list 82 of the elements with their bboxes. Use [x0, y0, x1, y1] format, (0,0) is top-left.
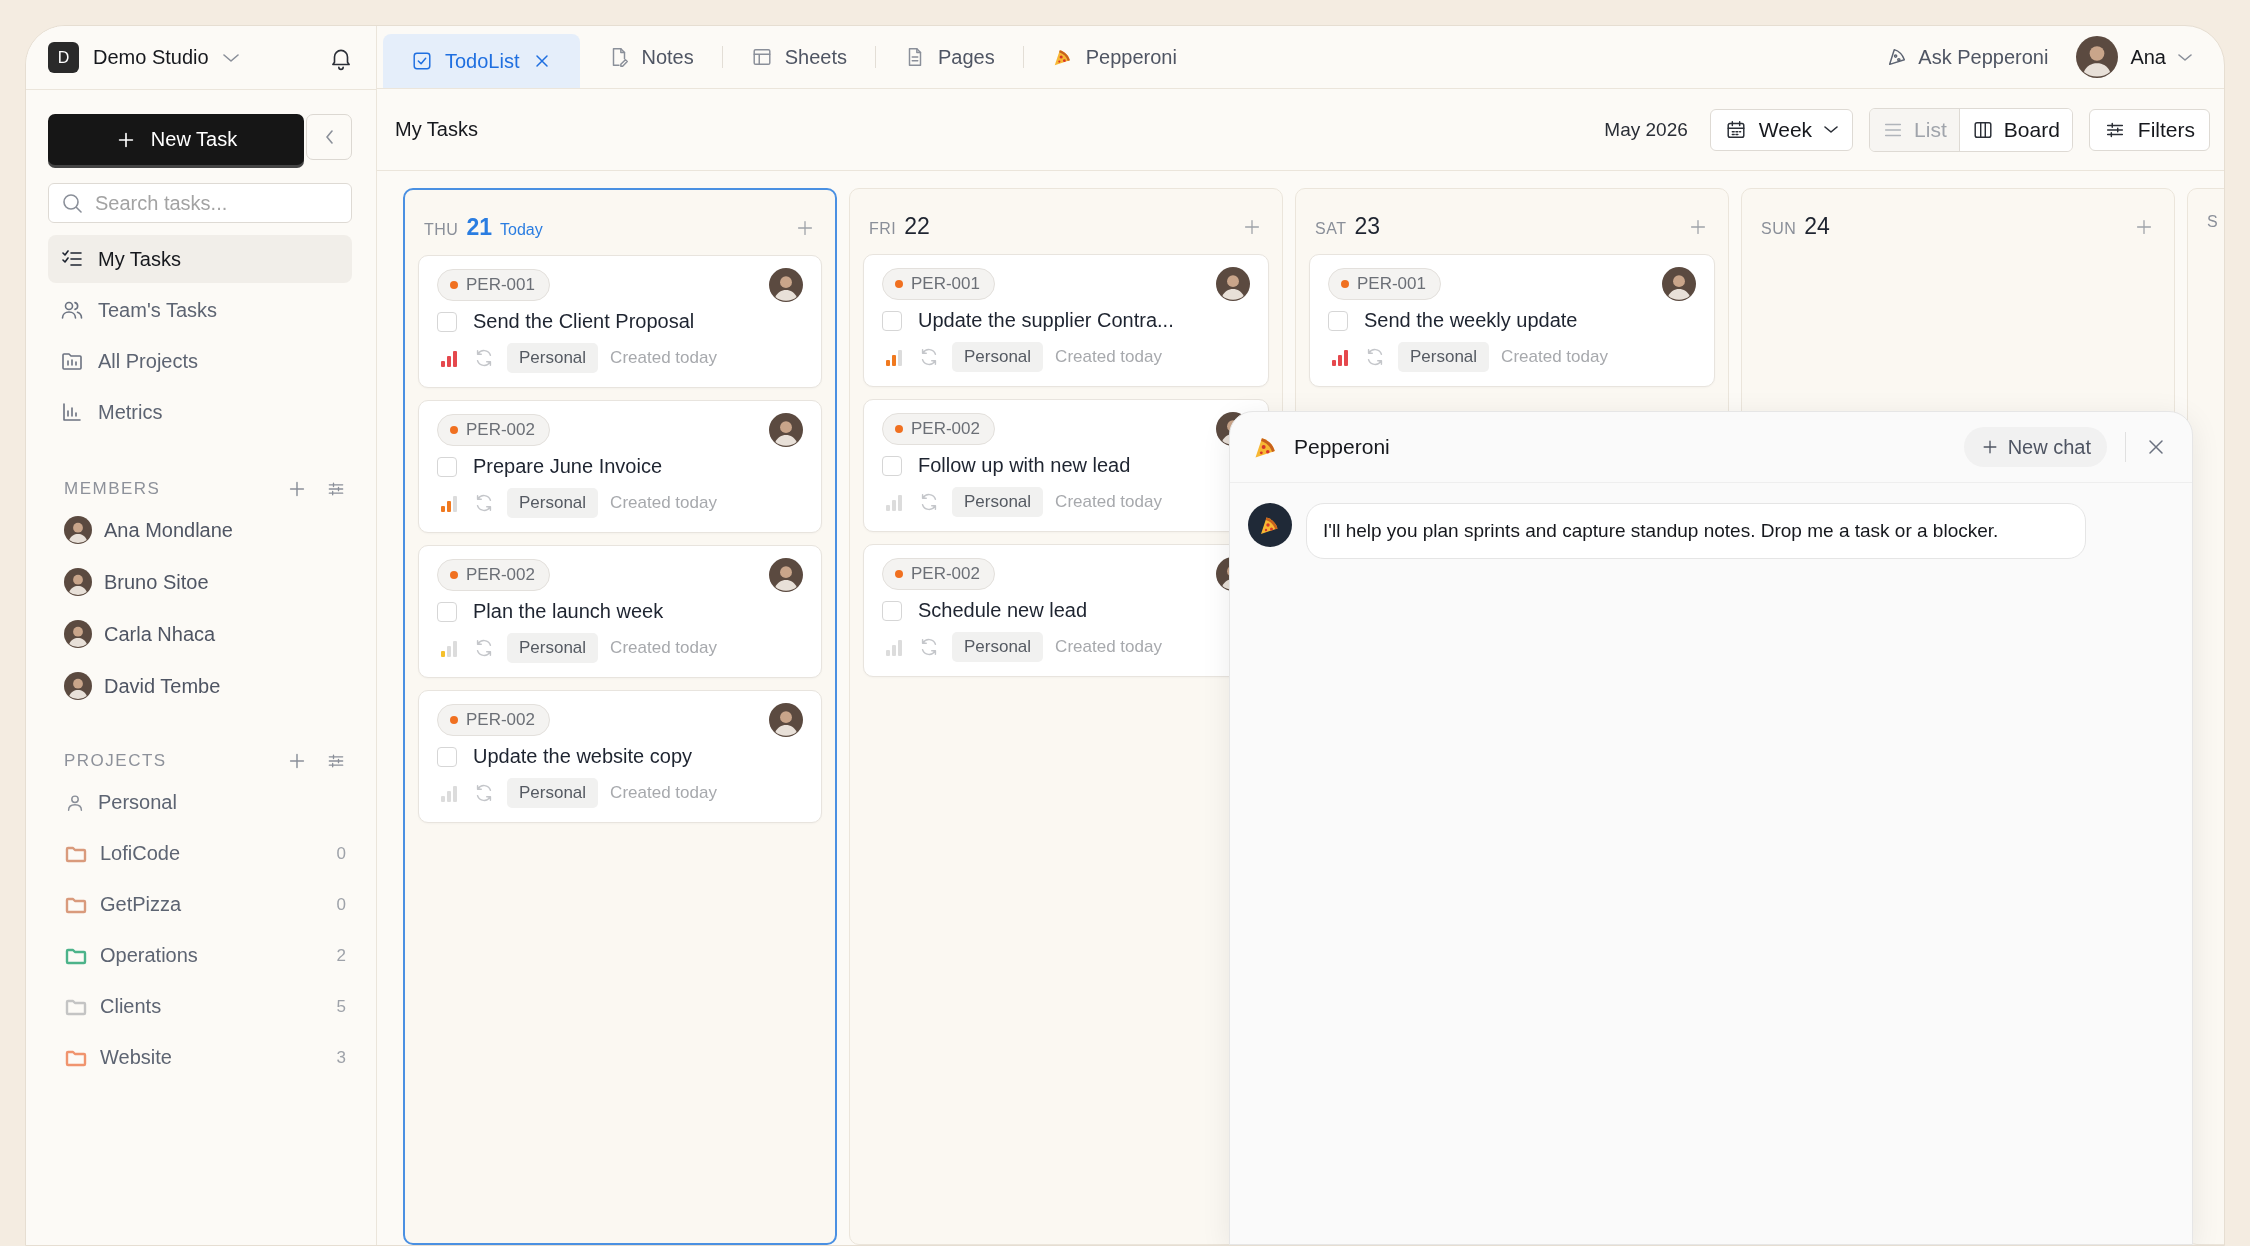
chat-message: I'll help you plan sprints and capture standup notes. Drop me a task or a blocker. — [1306, 503, 2086, 559]
nav-item[interactable]: All Projects — [48, 337, 352, 385]
created-label: Created today — [1055, 637, 1162, 657]
member-name[interactable]: David Tembe — [104, 674, 221, 698]
weekday-label: FRI — [869, 220, 897, 238]
month-label: May 2026 — [1604, 118, 1688, 141]
weekday-label: S — [2207, 213, 2219, 231]
task-id-badge: PER-001 — [437, 269, 550, 301]
task-title[interactable]: Plan the launch week — [473, 600, 664, 623]
project-count: 3 — [336, 1047, 346, 1068]
workspace-logo: D — [48, 42, 79, 73]
tag: Personal — [507, 343, 599, 373]
today-label: Today — [500, 221, 543, 239]
day-number: 21 — [466, 214, 492, 241]
tab[interactable]: Sheets — [722, 26, 875, 88]
member-name[interactable]: Bruno Sitoe — [104, 570, 209, 594]
task-title[interactable]: Follow up with new lead — [918, 454, 1131, 477]
project-count: 2 — [336, 945, 346, 966]
new-task-button[interactable]: New Task — [48, 114, 304, 165]
created-label: Created today — [1501, 347, 1608, 367]
task-id-badge: PER-002 — [882, 558, 995, 590]
project-name[interactable]: GetPizza — [100, 893, 325, 916]
section-title: PROJECTS — [64, 751, 168, 771]
task-id-badge: PER-001 — [882, 268, 995, 300]
nav-item[interactable]: My Tasks — [48, 235, 352, 283]
tag: Personal — [507, 488, 599, 518]
day-number: 24 — [1804, 213, 1830, 240]
created-label: Created today — [610, 783, 717, 803]
task-title[interactable]: Update the supplier Contra... — [918, 309, 1174, 332]
member-name[interactable]: Carla Nhaca — [104, 622, 216, 646]
member-name[interactable]: Ana Mondlane — [104, 518, 233, 542]
task-id-badge: PER-002 — [437, 704, 550, 736]
tab[interactable]: Notes — [579, 26, 722, 88]
created-label: Created today — [610, 493, 717, 513]
new-chat-button[interactable]: New chat — [1963, 427, 2107, 467]
tag: Personal — [507, 778, 599, 808]
day-number: 23 — [1354, 213, 1381, 240]
tab[interactable]: TodoList — [383, 34, 580, 88]
task-id-badge: PER-001 — [1328, 268, 1441, 300]
tab[interactable]: Pepperoni — [1023, 26, 1205, 88]
ask-assistant-button[interactable]: Ask Pepperoni — [1886, 26, 2049, 88]
project-name[interactable]: LofiCode — [100, 842, 325, 865]
task-title[interactable]: Schedule new lead — [918, 599, 1087, 622]
tag: Personal — [1398, 342, 1490, 372]
weekday-label: THU — [424, 221, 459, 239]
created-label: Created today — [610, 348, 717, 368]
range-dropdown[interactable]: Week — [1709, 108, 1854, 151]
project-name[interactable]: Personal — [98, 791, 346, 814]
project-name[interactable]: Operations — [100, 944, 325, 967]
workspace-name[interactable]: Demo Studio — [93, 46, 209, 69]
task-title[interactable]: Send the Client Proposal — [473, 310, 695, 333]
tag: Personal — [952, 487, 1044, 517]
user-menu[interactable]: Ana — [2076, 26, 2192, 88]
filters-button[interactable]: Filters — [2088, 108, 2210, 151]
created-label: Created today — [610, 638, 717, 658]
section-title: MEMBERS — [64, 479, 162, 499]
chat-title: Pepperoni — [1294, 435, 1391, 459]
task-title[interactable]: Update the website copy — [473, 745, 693, 768]
task-title[interactable]: Prepare June Invoice — [473, 455, 662, 478]
created-label: Created today — [1055, 492, 1162, 512]
project-count: 0 — [336, 843, 346, 864]
task-id-badge: PER-002 — [882, 413, 995, 445]
search-field[interactable]: Search tasks... — [48, 183, 352, 223]
view-toggle[interactable]: Board — [1958, 108, 2072, 151]
created-label: Created today — [1055, 347, 1162, 367]
nav-item[interactable]: Metrics — [48, 388, 352, 436]
weekday-label: SAT — [1315, 220, 1347, 238]
page-title: My Tasks — [395, 118, 478, 141]
project-name[interactable]: Clients — [100, 995, 325, 1018]
task-id-badge: PER-002 — [437, 559, 550, 591]
task-id-badge: PER-002 — [437, 414, 550, 446]
task-title[interactable]: Send the weekly update — [1364, 309, 1578, 332]
project-count: 0 — [336, 894, 346, 915]
tag: Personal — [507, 633, 599, 663]
day-number: 22 — [904, 213, 930, 240]
project-name[interactable]: Website — [100, 1046, 325, 1069]
weekday-label: SUN — [1761, 220, 1797, 238]
tab[interactable]: Pages — [876, 26, 1023, 88]
project-count: 5 — [336, 996, 346, 1017]
tag: Personal — [952, 342, 1044, 372]
tag: Personal — [952, 632, 1044, 662]
nav-item[interactable]: Team's Tasks — [48, 286, 352, 334]
